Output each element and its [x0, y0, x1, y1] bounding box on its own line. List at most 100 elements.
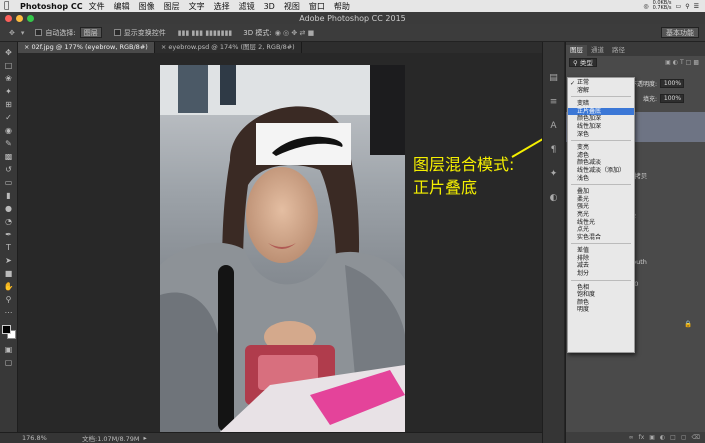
- adjustments-panel-icon[interactable]: ≡: [547, 96, 561, 108]
- paragraph-panel-icon[interactable]: ¶: [547, 144, 561, 156]
- menu-help[interactable]: 帮助: [334, 1, 350, 12]
- 3d-mode-icons[interactable]: ◉ ◎ ✥ ⇄ ■: [275, 29, 314, 37]
- tab-eyebrow[interactable]: × eyebrow.psd @ 174% (图层 2, RGB/8#): [155, 42, 302, 53]
- new-layer-icon[interactable]: ▢: [681, 434, 687, 441]
- blend-mode-option[interactable]: 实色混合: [568, 234, 634, 242]
- show-transform-checkbox[interactable]: [113, 29, 121, 36]
- new-group-icon[interactable]: □: [670, 434, 676, 441]
- blend-mode-option[interactable]: 饱和度: [568, 291, 634, 299]
- blend-mode-option[interactable]: 叠加: [568, 188, 634, 196]
- blend-mode-option[interactable]: 强光: [568, 203, 634, 211]
- blend-mode-option[interactable]: 变暗: [568, 100, 634, 108]
- character-panel-icon[interactable]: A: [547, 120, 561, 132]
- blend-mode-option[interactable]: 线性光: [568, 219, 634, 227]
- blend-mode-option[interactable]: 划分: [568, 270, 634, 278]
- chevron-down-icon[interactable]: ▾: [21, 29, 25, 37]
- color-swatches[interactable]: [1, 325, 16, 339]
- menu-window[interactable]: 窗口: [309, 1, 325, 12]
- tab-paths[interactable]: 路径: [608, 45, 629, 56]
- shape-tool-icon[interactable]: ■: [3, 269, 15, 279]
- add-mask-icon[interactable]: ▣: [649, 434, 655, 441]
- fx-icon[interactable]: fx: [639, 434, 645, 441]
- canvas-area[interactable]: 图层混合模式: 正片叠底: [18, 53, 542, 432]
- blend-mode-option[interactable]: 颜色减淡: [568, 159, 634, 167]
- eyebrow-layer[interactable]: [256, 123, 351, 165]
- brush-tool-icon[interactable]: ✎: [3, 139, 15, 149]
- status-menu-icon[interactable]: ▸: [144, 434, 147, 442]
- blend-mode-option[interactable]: 差值: [568, 247, 634, 255]
- menu-layer[interactable]: 图层: [164, 1, 180, 12]
- quick-mask-icon[interactable]: ▣: [3, 345, 15, 355]
- move-tool-icon[interactable]: ✥: [9, 29, 15, 37]
- menu-file[interactable]: 文件: [89, 1, 105, 12]
- menu-3d[interactable]: 3D: [264, 2, 275, 11]
- list-icon[interactable]: ☰: [694, 3, 699, 10]
- blend-mode-option[interactable]: 深色: [568, 131, 634, 139]
- auto-select-dropdown[interactable]: 图层: [79, 27, 102, 38]
- styles-panel-icon[interactable]: ◐: [547, 192, 561, 204]
- zoom-tool-icon[interactable]: ⚲: [3, 295, 15, 305]
- clone-stamp-tool-icon[interactable]: ▩: [3, 152, 15, 162]
- screen-mode-icon[interactable]: ▢: [3, 358, 15, 368]
- close-tab-icon[interactable]: ×: [161, 43, 166, 51]
- app-menu[interactable]: Photoshop CC: [20, 2, 83, 11]
- opacity-input[interactable]: 100%: [660, 79, 685, 88]
- close-tab-icon[interactable]: ×: [24, 43, 29, 51]
- history-panel-icon[interactable]: ▤: [547, 72, 561, 84]
- pen-tool-icon[interactable]: ✒: [3, 230, 15, 240]
- quick-select-tool-icon[interactable]: ✦: [3, 87, 15, 97]
- tab-layers[interactable]: 图层: [566, 45, 587, 56]
- minimize-window-icon[interactable]: [16, 15, 23, 22]
- tab-02f[interactable]: × 02f.jpg @ 177% (eyebrow, RGB/8#): [18, 42, 155, 53]
- menu-image[interactable]: 图像: [139, 1, 155, 12]
- blend-mode-option[interactable]: 亮光: [568, 211, 634, 219]
- marquee-tool-icon[interactable]: □: [3, 61, 15, 71]
- path-select-tool-icon[interactable]: ➤: [3, 256, 15, 266]
- menu-edit[interactable]: 编辑: [114, 1, 130, 12]
- zoom-window-icon[interactable]: [27, 15, 34, 22]
- move-tool-icon[interactable]: ✥: [3, 48, 15, 58]
- healing-brush-tool-icon[interactable]: ◉: [3, 126, 15, 136]
- blend-mode-option[interactable]: 浅色: [568, 175, 634, 183]
- blend-mode-option[interactable]: ✓ 正常: [568, 79, 634, 87]
- blend-mode-option[interactable]: 线性减淡（添加）: [568, 167, 634, 175]
- search-icon[interactable]: ⚲: [685, 3, 689, 10]
- type-tool-icon[interactable]: T: [3, 243, 15, 253]
- tools-panel-icon[interactable]: ✦: [547, 168, 561, 180]
- apple-icon[interactable]: : [4, 1, 14, 11]
- blend-mode-option[interactable]: 变亮: [568, 144, 634, 152]
- kind-filter-dropdown[interactable]: ⚲ 类型: [569, 57, 597, 67]
- zoom-level[interactable]: 176.8%: [22, 434, 62, 442]
- crop-tool-icon[interactable]: ⊞: [3, 100, 15, 110]
- hand-tool-icon[interactable]: ✋: [3, 282, 15, 292]
- fill-input[interactable]: 100%: [660, 94, 685, 103]
- menu-select[interactable]: 选择: [214, 1, 230, 12]
- align-icons[interactable]: ▮▮▮ ▮▮▮ ▮▮▮▮▮▮▮: [178, 29, 233, 37]
- menu-filter[interactable]: 滤镜: [239, 1, 255, 12]
- blend-mode-option[interactable]: 减去: [568, 262, 634, 270]
- blend-mode-option[interactable]: 溶解: [568, 87, 634, 95]
- more-tools-icon[interactable]: ⋯: [3, 308, 15, 318]
- workspace-switcher[interactable]: 基本功能: [661, 27, 699, 38]
- tab-channels[interactable]: 通道: [587, 45, 608, 56]
- filter-icons[interactable]: ▣◐T□▩: [665, 59, 701, 66]
- foreground-color-swatch[interactable]: [1, 325, 11, 334]
- link-layers-icon[interactable]: ∞: [629, 434, 634, 441]
- blend-mode-option[interactable]: 颜色加深: [568, 115, 634, 123]
- document-photo[interactable]: [160, 65, 405, 432]
- blur-tool-icon[interactable]: ●: [3, 204, 15, 214]
- lasso-tool-icon[interactable]: ❀: [3, 74, 15, 84]
- dodge-tool-icon[interactable]: ◔: [3, 217, 15, 227]
- blend-mode-option[interactable]: 点光: [568, 226, 634, 234]
- wifi-icon[interactable]: ◎: [643, 3, 648, 10]
- adjustment-layer-icon[interactable]: ◐: [660, 434, 665, 441]
- delete-layer-icon[interactable]: ⌫: [692, 434, 700, 441]
- battery-icon[interactable]: ▭: [676, 3, 682, 10]
- history-brush-tool-icon[interactable]: ↺: [3, 165, 15, 175]
- auto-select-checkbox[interactable]: [35, 29, 43, 36]
- close-window-icon[interactable]: [5, 15, 12, 22]
- menu-type[interactable]: 文字: [189, 1, 205, 12]
- menu-view[interactable]: 视图: [284, 1, 300, 12]
- eyedropper-tool-icon[interactable]: ✓: [3, 113, 15, 123]
- eraser-tool-icon[interactable]: ▭: [3, 178, 15, 188]
